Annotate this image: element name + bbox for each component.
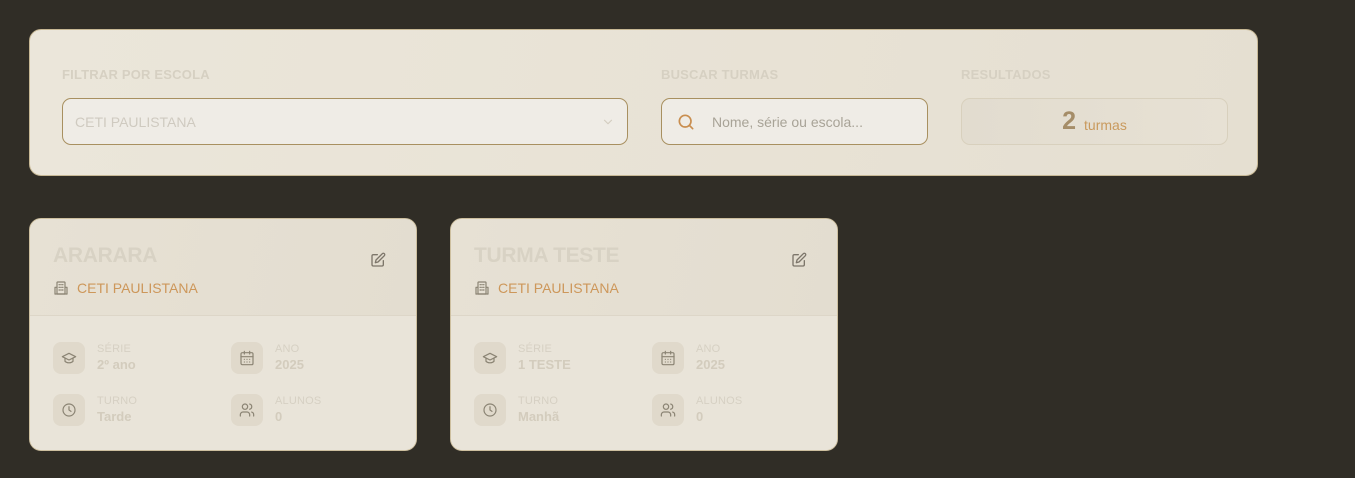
stat-turno: TURNO Manhã <box>474 394 559 426</box>
class-school: CETI PAULISTANA <box>474 280 619 296</box>
stat-serie-value: 2º ano <box>97 356 136 372</box>
school-select[interactable]: CETI PAULISTANA <box>62 98 628 145</box>
results-count: 2 <box>1062 107 1077 135</box>
stat-serie: SÉRIE 1 TESTE <box>474 342 571 374</box>
building-icon <box>54 281 68 295</box>
stat-alunos-value: 0 <box>275 408 283 424</box>
chevron-down-icon <box>603 119 613 124</box>
class-school-name: CETI PAULISTANA <box>77 280 198 296</box>
stat-serie-label: SÉRIE <box>97 342 132 355</box>
class-card[interactable]: ARARARA CETI PAULISTANA SÉRIE 2º ano ANO… <box>29 218 417 451</box>
calendar-icon <box>240 350 254 366</box>
class-name: TURMA TESTE <box>474 244 620 267</box>
results-unit: turmas <box>1084 116 1127 133</box>
users-icon <box>239 403 255 417</box>
calendar-icon <box>661 350 675 366</box>
stat-ano-label: ANO <box>275 342 300 355</box>
stat-turno-value: Tarde <box>97 408 132 424</box>
stat-ano-label: ANO <box>696 342 721 355</box>
stat-alunos-label: ALUNOS <box>696 394 743 407</box>
search-label: BUSCAR TURMAS <box>661 67 779 82</box>
stat-ano: ANO 2025 <box>231 342 304 374</box>
stat-alunos: ALUNOS 0 <box>231 394 321 426</box>
class-card-header: ARARARA CETI PAULISTANA <box>30 219 416 316</box>
class-card[interactable]: TURMA TESTE CETI PAULISTANA SÉRIE 1 TEST… <box>450 218 838 451</box>
stat-alunos-value: 0 <box>696 408 704 424</box>
stat-turno-value: Manhã <box>518 408 560 424</box>
turmas-page: FILTRAR POR ESCOLA CETI PAULISTANA BUSCA… <box>0 0 1355 478</box>
stat-ano: ANO 2025 <box>652 342 725 374</box>
results-label: RESULTADOS <box>961 67 1051 82</box>
stat-turno-label: TURNO <box>518 394 559 407</box>
class-school-name: CETI PAULISTANA <box>498 280 619 296</box>
class-card-body: SÉRIE 2º ano ANO 2025 TURNO Tarde ALUNOS… <box>30 316 416 450</box>
stat-serie: SÉRIE 2º ano <box>53 342 136 374</box>
stat-alunos-label: ALUNOS <box>275 394 322 407</box>
graduation-cap-icon <box>61 352 77 364</box>
stat-serie-label: SÉRIE <box>518 342 553 355</box>
class-card-body: SÉRIE 1 TESTE ANO 2025 TURNO Manhã ALUNO… <box>451 316 837 450</box>
building-icon <box>475 281 489 295</box>
stat-turno-label: TURNO <box>97 394 138 407</box>
filter-panel: FILTRAR POR ESCOLA CETI PAULISTANA BUSCA… <box>29 29 1258 176</box>
school-filter-label: FILTRAR POR ESCOLA <box>62 67 210 82</box>
stat-ano-value: 2025 <box>275 356 304 372</box>
class-school: CETI PAULISTANA <box>53 280 198 296</box>
graduation-cap-icon <box>482 352 498 364</box>
users-icon <box>660 403 676 417</box>
stat-alunos: ALUNOS 0 <box>652 394 742 426</box>
edit-icon[interactable] <box>791 252 807 268</box>
stat-serie-value: 1 TESTE <box>518 356 571 372</box>
edit-icon[interactable] <box>370 252 386 268</box>
clock-icon <box>62 403 76 417</box>
class-card-header: TURMA TESTE CETI PAULISTANA <box>451 219 837 316</box>
stat-ano-value: 2025 <box>696 356 725 372</box>
school-select-value: CETI PAULISTANA <box>75 113 196 130</box>
search-input[interactable] <box>710 112 913 131</box>
clock-icon <box>483 403 497 417</box>
class-name: ARARARA <box>53 244 158 267</box>
results-counter: 2 turmas <box>961 98 1228 145</box>
search-icon <box>678 114 694 129</box>
search-box <box>661 98 928 145</box>
stat-turno: TURNO Tarde <box>53 394 137 426</box>
